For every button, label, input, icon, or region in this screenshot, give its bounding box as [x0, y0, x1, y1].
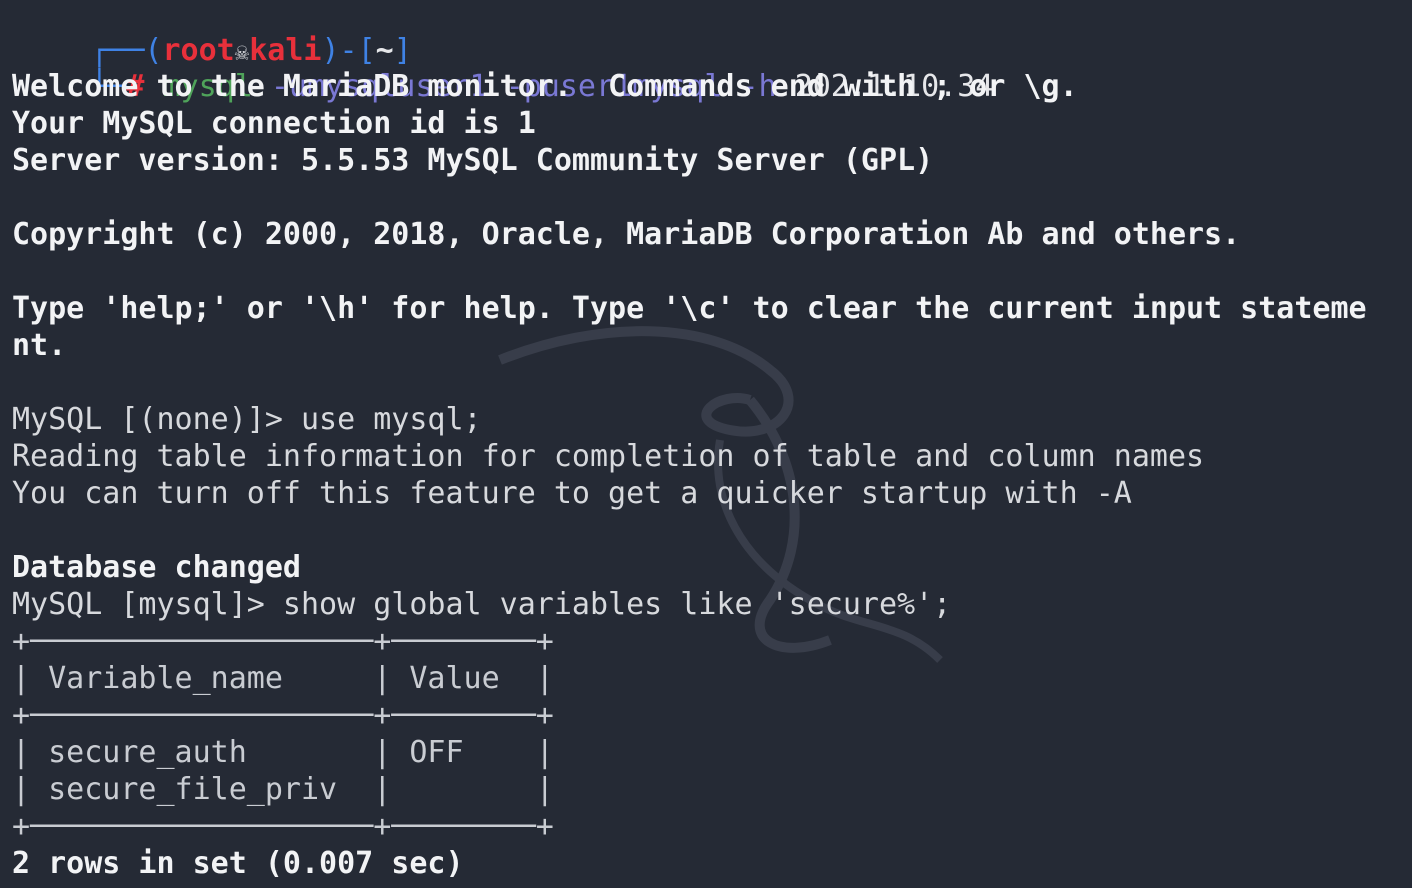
output-help-2: nt.: [12, 328, 67, 363]
output-turn-off: You can turn off this feature to get a q…: [12, 476, 1132, 511]
table-border-top: +───────────────────+────────+: [12, 624, 554, 659]
output-connection: Your MySQL connection id is 1: [12, 106, 536, 141]
table-header: | Variable_name | Value |: [12, 661, 554, 696]
terminal-window[interactable]: ┌──(root☠kali)-[~] └─# mysql -umysqluser…: [0, 0, 1412, 888]
output-reading: Reading table information for completion…: [12, 439, 1205, 474]
output-copyright: Copyright (c) 2000, 2018, Oracle, MariaD…: [12, 217, 1241, 252]
output-server-version: Server version: 5.5.53 MySQL Community S…: [12, 143, 934, 178]
mysql-prompt-use: MySQL [(none)]> use mysql;: [12, 402, 482, 437]
table-row: | secure_auth | OFF |: [12, 735, 554, 770]
mysql-prompt-show: MySQL [mysql]> show global variables lik…: [12, 587, 952, 622]
table-border-mid: +───────────────────+────────+: [12, 698, 554, 733]
prompt-header: ┌──(root☠kali)-[~]: [18, 0, 412, 68]
output-db-changed: Database changed: [12, 550, 301, 585]
output-rows-summary: 2 rows in set (0.007 sec): [12, 846, 464, 881]
table-row: | secure_file_priv | |: [12, 772, 554, 807]
output-help-1: Type 'help;' or '\h' for help. Type '\c'…: [12, 291, 1367, 326]
output-welcome: Welcome to the MariaDB monitor. Commands…: [12, 69, 1078, 104]
table-border-bottom: +───────────────────+────────+: [12, 809, 554, 844]
command-line: └─# mysql -umysqluser1 -puser1mysql -h 2…: [18, 31, 993, 104]
